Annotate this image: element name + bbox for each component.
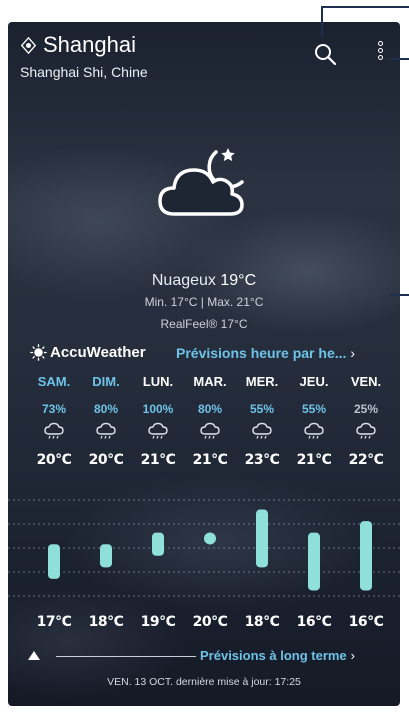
day-label: VEN.: [350, 374, 382, 389]
rain-cloud-icon: [237, 422, 287, 444]
high-temp: 23°C: [244, 452, 280, 468]
callout-line-top-h: [321, 6, 409, 8]
region-name: Shanghai Shi, Chine: [20, 64, 148, 80]
temp-range-bar: [204, 532, 216, 545]
search-button[interactable]: [312, 41, 338, 67]
cloudy-night-moon-icon: [158, 148, 244, 216]
rain-cloud-icon: [29, 422, 79, 444]
precip-percent: 100%: [142, 402, 174, 416]
temp-range-bar: [100, 544, 112, 568]
provider-logo[interactable]: AccuWeather: [30, 344, 146, 361]
high-temp: 22°C: [348, 452, 384, 468]
day-label: JEU.: [299, 374, 329, 389]
sun-icon: [30, 344, 47, 361]
low-temp: 20°C: [192, 614, 228, 630]
temp-range-bar: [256, 509, 268, 568]
realfeel-temp: RealFeel® 17°C: [160, 317, 248, 331]
temp-range-bar: [48, 544, 60, 579]
high-temp: 21°C: [192, 452, 228, 468]
current-temp: 19°C: [220, 272, 257, 289]
last-updated: VEN. 13 OCT. dernière mise à jour: 17:25: [107, 676, 301, 688]
temp-range-bar: [152, 532, 164, 556]
divider-line: [56, 656, 196, 657]
provider-name: AccuWeather: [50, 344, 146, 361]
hourly-forecast-link[interactable]: Prévisions heure par he... ›: [176, 345, 355, 361]
more-options-button[interactable]: [370, 40, 390, 70]
day-label: MAR.: [193, 374, 227, 389]
callout-line-top: [321, 6, 323, 36]
precip-percent: 55%: [249, 402, 275, 416]
chevron-right-icon: ›: [350, 648, 356, 663]
temp-range-bar: [308, 532, 320, 591]
callout-line-menu: [390, 58, 409, 60]
weather-screen: Shanghai Shanghai Shi, Chine Nuageux 19°…: [8, 22, 400, 706]
day-label: SAM.: [37, 374, 71, 389]
city-name: Shanghai: [43, 32, 136, 57]
high-temp: 20°C: [88, 452, 124, 468]
location-header[interactable]: Shanghai: [20, 32, 136, 58]
day-label: LUN.: [142, 374, 174, 389]
low-temp: 18°C: [88, 614, 124, 630]
day-label: DIM.: [92, 374, 120, 389]
low-temp: 19°C: [140, 614, 176, 630]
rain-cloud-icon: [289, 422, 339, 444]
up-arrow-icon[interactable]: [28, 651, 40, 660]
rain-cloud-icon: [81, 422, 131, 444]
search-icon: [315, 44, 337, 66]
low-temp: 17°C: [36, 614, 72, 630]
long-term-row: Prévisions à long terme ›: [8, 647, 400, 667]
hourly-link-label: Prévisions heure par he...: [176, 345, 347, 361]
precip-percent: 25%: [353, 402, 379, 416]
precip-percent: 55%: [301, 402, 327, 416]
precip-percent: 80%: [93, 402, 119, 416]
high-temp: 21°C: [296, 452, 332, 468]
temp-range-bar: [360, 521, 372, 591]
long-term-label: Prévisions à long terme: [200, 648, 347, 663]
rain-cloud-icon: [341, 422, 391, 444]
min-max-temp: Min. 17°C | Max. 21°C: [144, 295, 264, 309]
current-condition: Nuageux 19°C: [8, 272, 400, 290]
callout-line-mid: [390, 294, 409, 296]
high-temp: 21°C: [140, 452, 176, 468]
low-temp: 16°C: [348, 614, 384, 630]
more-vertical-icon: [370, 41, 390, 60]
low-temp: 16°C: [296, 614, 332, 630]
condition-text: Nuageux: [151, 272, 216, 289]
low-temp: 18°C: [244, 614, 280, 630]
high-temp: 20°C: [36, 452, 72, 468]
precip-percent: 73%: [41, 402, 67, 416]
precip-percent: 80%: [197, 402, 223, 416]
rain-cloud-icon: [133, 422, 183, 444]
chevron-right-icon: ›: [350, 345, 356, 361]
long-term-forecast-link[interactable]: Prévisions à long terme ›: [200, 648, 355, 663]
rain-cloud-icon: [185, 422, 235, 444]
day-label: MER.: [245, 374, 279, 389]
location-pin-icon: [20, 36, 37, 54]
temperature-range-chart: [8, 499, 400, 597]
